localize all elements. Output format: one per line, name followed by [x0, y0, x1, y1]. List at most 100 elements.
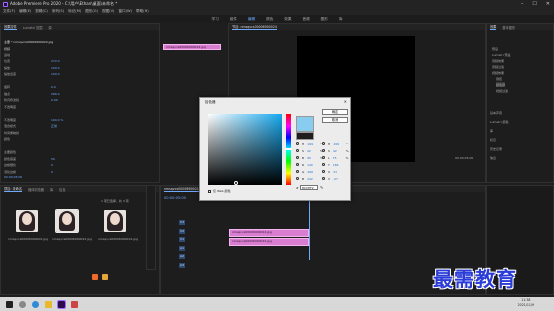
- premiere-taskbar-icon[interactable]: [57, 299, 66, 309]
- effect-controls-clip[interactable]: nmsqvcs00006900024.jpg: [163, 44, 221, 50]
- menu-markers[interactable]: 标记(M): [68, 9, 81, 14]
- track-header[interactable]: V3: [179, 220, 185, 225]
- color-mode-radio[interactable]: [296, 156, 299, 159]
- color-mode-radio[interactable]: [322, 149, 325, 152]
- effect-property-value[interactable]: 50: [51, 157, 55, 161]
- timeline-clip-v1[interactable]: nmsqvcs00006900024.jpg: [229, 238, 309, 246]
- hex-input[interactable]: 8CCEF2: [300, 185, 318, 190]
- effect-property-value[interactable]: 100.0: [51, 66, 60, 70]
- color-field-value[interactable]: 140: [307, 163, 317, 167]
- tab-sequence[interactable]: nmsqvcs00006900024: [164, 187, 201, 192]
- effects-tree-item[interactable]: 视频效果: [492, 70, 504, 75]
- workspace-color[interactable]: 颜色: [266, 17, 273, 22]
- effect-property-value[interactable]: 0.00: [51, 98, 58, 102]
- color-mode-radio[interactable]: [296, 170, 299, 173]
- workspace-learn[interactable]: 学习: [212, 17, 219, 22]
- workspace-assembly[interactable]: 组件: [230, 17, 237, 22]
- color-mode-radio[interactable]: [296, 177, 299, 180]
- effect-controls-timecode[interactable]: 00:00:05:00: [4, 174, 22, 179]
- project-thumbnail-3[interactable]: [104, 210, 126, 232]
- effect-property-row[interactable]: 旋转 0.0: [4, 85, 56, 90]
- windows-start-icon[interactable]: [6, 300, 13, 308]
- search-icon[interactable]: [19, 300, 26, 308]
- menu-file[interactable]: 文件(F): [3, 9, 15, 14]
- color-field-value[interactable]: 95: [307, 156, 317, 160]
- eyedropper-icon[interactable]: ✎: [320, 185, 323, 190]
- effect-property-row[interactable]: 主要颜色: [4, 150, 51, 155]
- color-field-value[interactable]: -27: [333, 177, 343, 181]
- effect-property-row[interactable]: 时间重映射: [4, 130, 51, 135]
- tab-project[interactable]: 项目: 未命名: [4, 186, 23, 192]
- explorer-icon[interactable]: [45, 300, 52, 308]
- maximize-icon[interactable]: ☐: [532, 1, 536, 7]
- effect-property-row[interactable]: 缩放宽度 100.0: [4, 72, 60, 77]
- workspace-audio[interactable]: 音频: [302, 17, 309, 22]
- color-mode-radio[interactable]: [296, 163, 299, 166]
- tab-info[interactable]: 信息: [59, 187, 65, 192]
- effect-property-row[interactable]: [4, 111, 51, 116]
- timeline-clip-v2[interactable]: nmsqvcs00006900024.jpg: [229, 229, 309, 237]
- workspace-libraries[interactable]: 库: [339, 17, 343, 22]
- effect-property-value[interactable]: 0.0: [51, 85, 56, 89]
- menu-sequence[interactable]: 序列(S): [52, 9, 64, 14]
- timeline-timecode[interactable]: 00:00:05:00: [164, 195, 186, 200]
- color-mode-radio[interactable]: [322, 170, 325, 173]
- effect-property-value[interactable]: 266.0: [51, 92, 60, 96]
- menu-help[interactable]: 帮助(H): [136, 9, 149, 14]
- color-field-value[interactable]: 75: [333, 156, 343, 160]
- new-item-icon[interactable]: [102, 274, 108, 280]
- effect-property-value[interactable]: 0: [51, 163, 53, 167]
- track-header[interactable]: V1: [179, 237, 185, 242]
- workspace-effects[interactable]: 效果: [284, 17, 291, 22]
- right-rail-item[interactable]: 库: [490, 128, 493, 133]
- project-thumbnail-1[interactable]: [16, 210, 38, 232]
- effect-property-row[interactable]: 位置 272.0: [4, 59, 60, 64]
- effect-property-row[interactable]: [4, 143, 51, 148]
- effect-property-row[interactable]: [4, 78, 51, 83]
- effects-tree-item[interactable]: 音频过渡: [492, 64, 504, 69]
- color-mode-radio[interactable]: [296, 142, 299, 145]
- tab-libraries[interactable]: 库: [50, 187, 53, 192]
- right-rail-item[interactable]: 标记: [490, 137, 496, 142]
- minimize-icon[interactable]: –: [521, 1, 524, 7]
- color-mode-radio[interactable]: [322, 163, 325, 166]
- color-field-value[interactable]: 199: [307, 142, 317, 146]
- tab-effect-controls[interactable]: 效果控件: [4, 24, 17, 30]
- menu-window[interactable]: 窗口(W): [118, 9, 132, 14]
- effect-property-row[interactable]: 防闪烁滤镜 0.00: [4, 98, 58, 103]
- hue-slider[interactable]: [285, 114, 292, 185]
- color-field-cursor[interactable]: [234, 181, 238, 185]
- color-field-value[interactable]: 242: [307, 177, 317, 181]
- effect-property-value[interactable]: 100.0: [51, 72, 60, 76]
- web-only-checkbox[interactable]: [208, 190, 211, 193]
- color-field-value[interactable]: 42: [307, 149, 317, 153]
- track-header[interactable]: A2: [179, 254, 185, 259]
- color-field-value[interactable]: 31: [333, 170, 343, 174]
- effect-property-row[interactable]: 不透明度: [4, 104, 51, 109]
- effect-property-row[interactable]: 运动: [4, 52, 51, 57]
- tab-source[interactable]: 源: [48, 25, 51, 30]
- color-field-value[interactable]: 42: [333, 149, 343, 153]
- effects-tree-item[interactable]: 视频过渡: [496, 88, 508, 93]
- color-field-value[interactable]: 206: [307, 170, 317, 174]
- track-header[interactable]: A1: [179, 245, 185, 251]
- effect-property-value[interactable]: 正常: [51, 124, 57, 128]
- tab-program[interactable]: 节目: nmsqvcs00006900024: [232, 24, 277, 30]
- color-field[interactable]: [208, 114, 282, 185]
- dialog-close-icon[interactable]: ✕: [344, 99, 347, 104]
- close-icon[interactable]: ✕: [546, 1, 550, 7]
- effects-tree-item[interactable]: Lumetri 预设: [492, 52, 511, 57]
- effects-tree-item[interactable]: 键控: [496, 76, 502, 81]
- folder-icon[interactable]: [92, 274, 98, 280]
- track-header[interactable]: V2: [179, 228, 185, 234]
- edge-icon[interactable]: [32, 300, 39, 308]
- effect-property-row[interactable]: 混合模式 正常: [4, 124, 57, 129]
- menu-graphics[interactable]: 图形(G): [85, 9, 98, 14]
- effect-property-row[interactable]: 锚点 266.0: [4, 91, 60, 96]
- effect-property-value[interactable]: 100.0 %: [51, 118, 63, 122]
- effect-property-value[interactable]: 0: [51, 170, 53, 174]
- right-rail-item[interactable]: 基本声音: [490, 110, 502, 115]
- color-mode-radio[interactable]: [322, 156, 325, 159]
- effects-tree-item[interactable]: 颜色键: [496, 82, 506, 87]
- menu-edit[interactable]: 编辑(E): [19, 9, 31, 14]
